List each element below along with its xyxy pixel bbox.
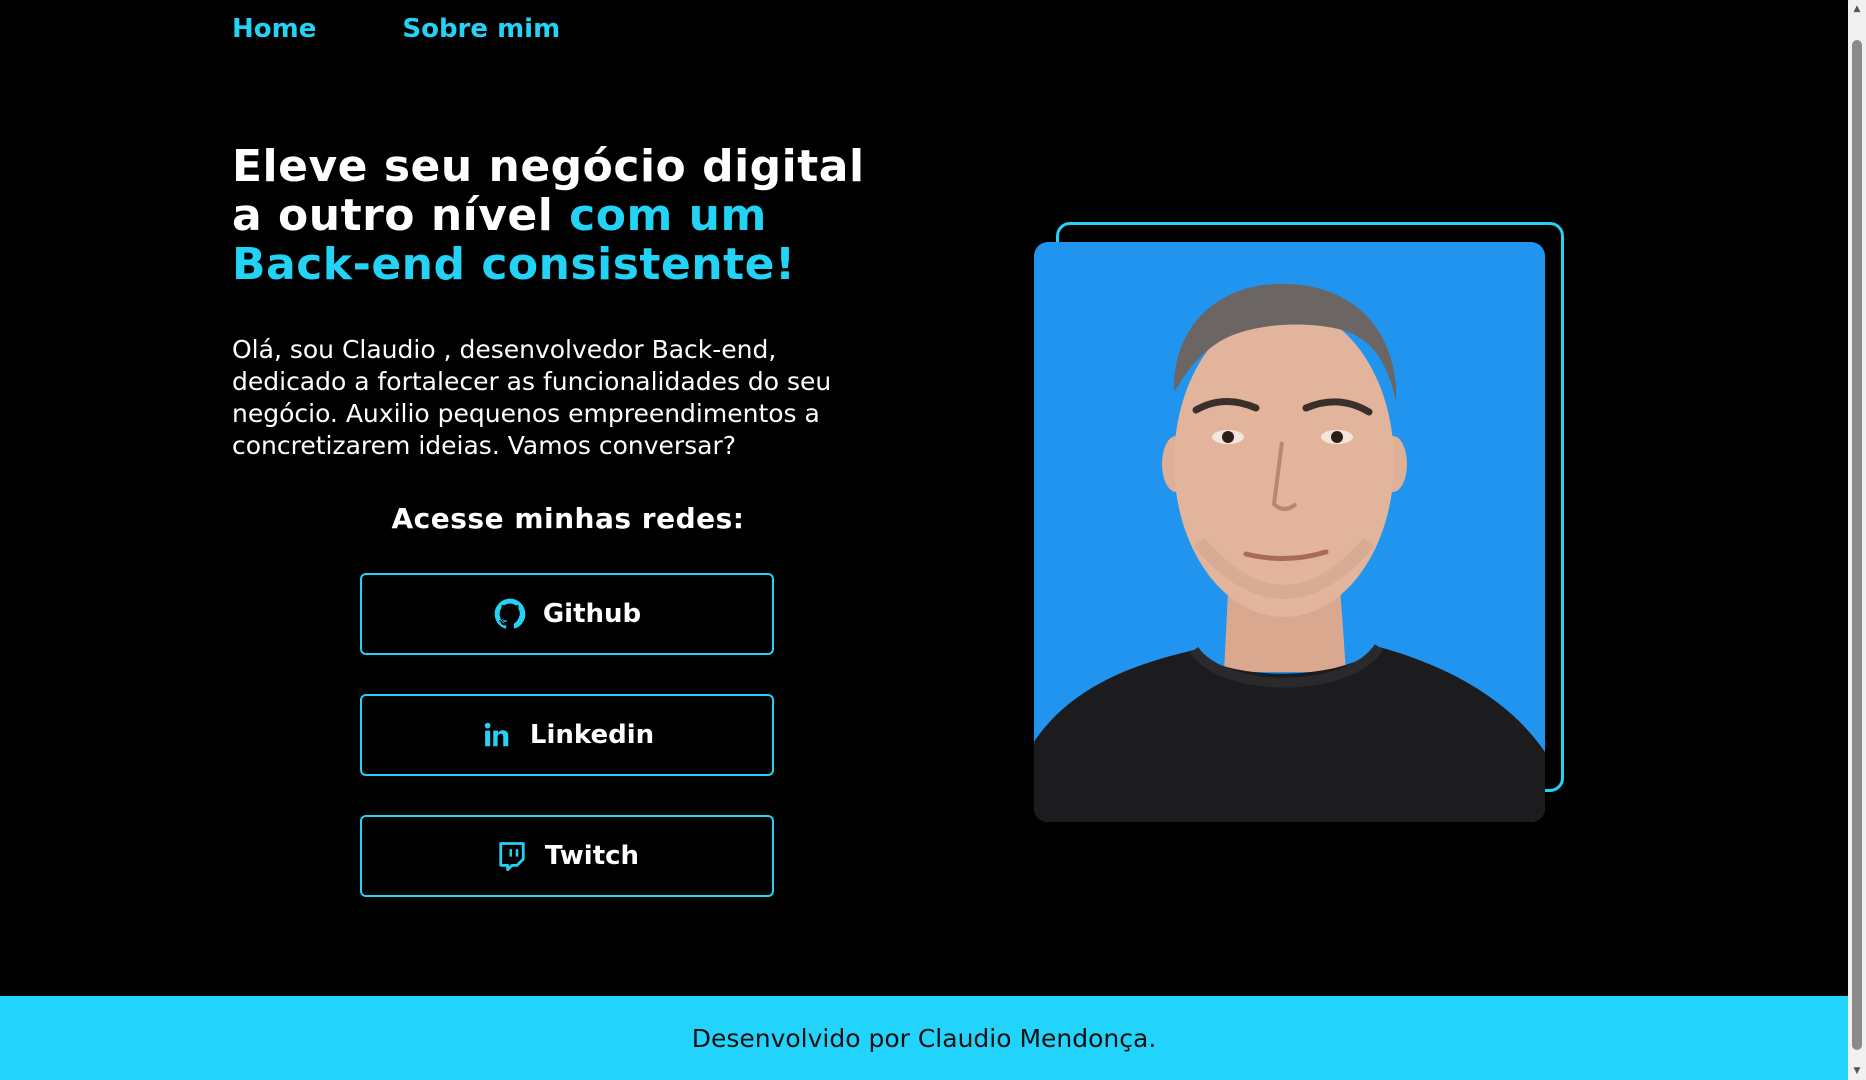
github-icon <box>493 597 527 631</box>
scrollbar-thumb[interactable] <box>1852 40 1862 1050</box>
scroll-down-arrow-icon[interactable]: ▼ <box>1848 1062 1866 1080</box>
hero-title: Eleve seu negócio digital a outro nível … <box>232 142 952 289</box>
twitch-icon <box>495 839 529 873</box>
page: Home Sobre mim Eleve seu negócio digital… <box>0 0 1848 1080</box>
hero-title-accent-2: Back-end consistente! <box>232 239 796 290</box>
profile-photo <box>1034 242 1545 822</box>
linkedin-icon <box>480 718 514 752</box>
twitch-button[interactable]: Twitch <box>360 815 774 897</box>
linkedin-button[interactable]: Linkedin <box>360 694 774 776</box>
intro-text: Olá, sou Claudio , desenvolvedor Back-en… <box>232 335 832 460</box>
nav-about-link[interactable]: Sobre mim <box>402 14 560 44</box>
top-nav: Home Sobre mim <box>232 14 560 44</box>
vertical-scrollbar[interactable]: ▲ ▼ <box>1848 0 1866 1080</box>
github-label: Github <box>542 599 642 629</box>
hero-title-line2: a outro nível <box>232 190 570 241</box>
github-button[interactable]: Github <box>360 573 774 655</box>
twitch-label: Twitch <box>544 841 640 871</box>
linkedin-label: Linkedin <box>529 720 655 750</box>
footer-credit: Desenvolvido por Claudio Mendonça. <box>691 1023 1157 1053</box>
footer: Desenvolvido por Claudio Mendonça. <box>0 996 1848 1080</box>
nav-home-link[interactable]: Home <box>232 14 316 44</box>
hero-title-line1: Eleve seu negócio digital <box>232 141 865 192</box>
networks-title: Acesse minhas redes: <box>391 502 745 535</box>
hero-title-accent-1: com um <box>569 190 767 241</box>
scroll-up-arrow-icon[interactable]: ▲ <box>1848 0 1866 18</box>
